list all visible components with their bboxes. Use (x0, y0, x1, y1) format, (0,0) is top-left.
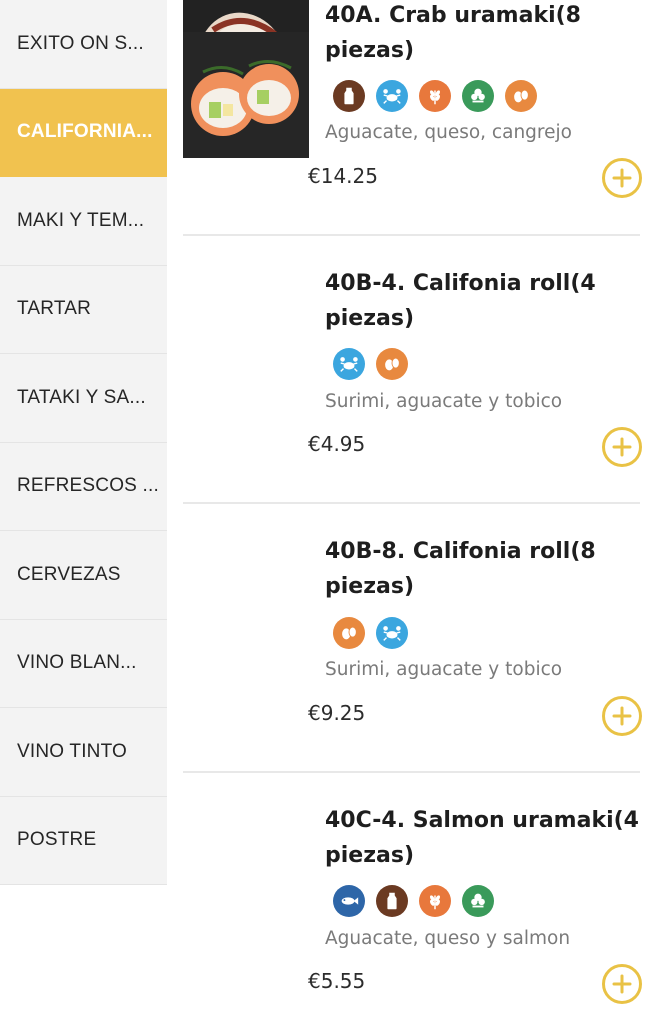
allergen-list (333, 80, 537, 112)
product-name: 40A. Crab uramaki(8 piezas) (325, 3, 581, 63)
divider (183, 234, 640, 236)
allergen-list (333, 348, 408, 380)
add-to-cart-button[interactable] (602, 696, 642, 736)
fish-icon (333, 885, 365, 917)
plus-icon (612, 706, 632, 726)
category-item-vino-blanco[interactable]: VINO BLAN... (0, 619, 167, 708)
category-sidebar: EXITO ON S... CALIFORNIA... MAKI Y TEM..… (0, 0, 167, 885)
crab-icon (376, 80, 408, 112)
product-name: 40B-8. Califonia roll(8 piezas) (325, 539, 596, 599)
product-description: Surimi, aguacate y tobico (325, 391, 563, 412)
category-item-vino-tinto[interactable]: VINO TINTO (0, 708, 167, 797)
plus-icon (612, 974, 632, 994)
crab-icon (333, 348, 365, 380)
plus-icon (612, 437, 632, 457)
product-description: Aguacate, queso, cangrejo (325, 122, 572, 143)
add-to-cart-button[interactable] (602, 964, 642, 1004)
dairy-icon (333, 80, 365, 112)
category-item-postre[interactable]: POSTRE (0, 796, 167, 885)
egg-icon (376, 348, 408, 380)
plus-icon (612, 168, 632, 188)
allergen-list (333, 885, 494, 917)
egg-icon (505, 80, 537, 112)
category-item-exito[interactable]: EXITO ON S... (0, 0, 167, 89)
product-name: 40B-4. Califonia roll(4 piezas) (325, 271, 596, 331)
crab-icon (376, 617, 408, 649)
product-price: €5.55 (308, 969, 366, 993)
vegetable-icon (462, 80, 494, 112)
divider (183, 771, 640, 773)
product-price: €9.25 (308, 701, 366, 725)
category-item-cervezas[interactable]: CERVEZAS (0, 531, 167, 620)
vegetable-icon (462, 885, 494, 917)
product-price: €14.25 (308, 164, 378, 188)
product-price: €4.95 (308, 432, 366, 456)
dairy-icon (376, 885, 408, 917)
category-item-tataki[interactable]: TATAKI Y SA... (0, 354, 167, 443)
egg-icon (333, 617, 365, 649)
add-to-cart-button[interactable] (602, 158, 642, 198)
gluten-icon (419, 80, 451, 112)
divider (183, 502, 640, 504)
category-item-refrescos[interactable]: REFRESCOS ... (0, 442, 167, 531)
product-description: Surimi, aguacate y tobico (325, 659, 563, 680)
gluten-icon (419, 885, 451, 917)
product-image[interactable] (183, 32, 309, 158)
product-description: Aguacate, queso y salmon (325, 928, 571, 949)
product-name: 40C-4. Salmon uramaki(4 piezas) (325, 808, 639, 868)
allergen-list (333, 617, 408, 649)
category-item-tartar[interactable]: TARTAR (0, 265, 167, 354)
category-item-california[interactable]: CALIFORNIA... (0, 88, 167, 177)
category-item-maki[interactable]: MAKI Y TEM... (0, 177, 167, 266)
add-to-cart-button[interactable] (602, 427, 642, 467)
